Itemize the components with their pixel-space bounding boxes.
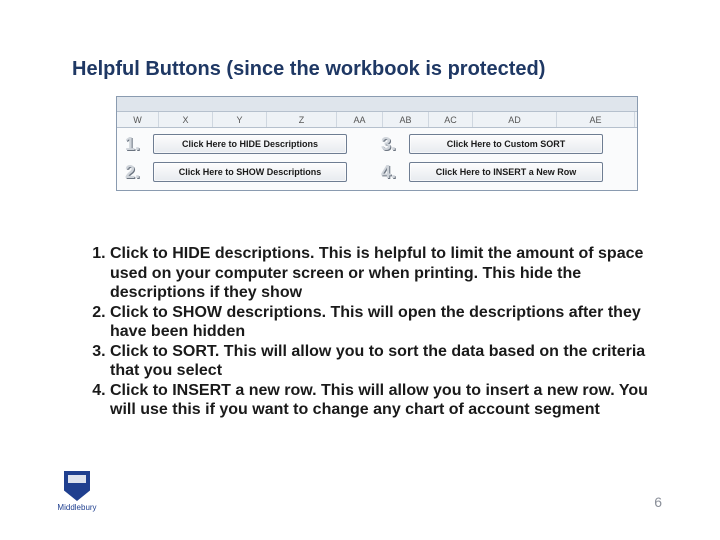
col-header: AC <box>429 112 473 127</box>
page-number: 6 <box>654 494 662 510</box>
col-header: W <box>117 112 159 127</box>
hide-descriptions-button[interactable]: Click Here to HIDE Descriptions <box>153 134 347 154</box>
excel-screenshot: W X Y Z AA AB AC AD AE 1. 2. 3. 4. Click… <box>116 96 638 191</box>
label-1: 1. <box>125 134 140 155</box>
instructions-list: Click to HIDE descriptions. This is help… <box>64 244 669 420</box>
instruction-1: Click to HIDE descriptions. This is help… <box>110 244 669 303</box>
col-header: X <box>159 112 213 127</box>
excel-ribbon-area <box>117 97 637 112</box>
custom-sort-button[interactable]: Click Here to Custom SORT <box>409 134 603 154</box>
instruction-2: Click to SHOW descriptions. This will op… <box>110 303 669 342</box>
col-header: AA <box>337 112 383 127</box>
col-header: Z <box>267 112 337 127</box>
logo-text: Middlebury <box>52 503 102 512</box>
column-headers: W X Y Z AA AB AC AD AE <box>117 112 637 128</box>
label-2: 2. <box>125 162 140 183</box>
insert-row-button[interactable]: Click Here to INSERT a New Row <box>409 162 603 182</box>
col-header: Y <box>213 112 267 127</box>
instruction-3: Click to SORT. This will allow you to so… <box>110 342 669 381</box>
col-header: AB <box>383 112 429 127</box>
page-title: Helpful Buttons (since the workbook is p… <box>72 58 545 81</box>
instruction-4: Click to INSERT a new row. This will all… <box>110 381 669 420</box>
label-3: 3. <box>381 134 396 155</box>
middlebury-logo: Middlebury <box>52 471 102 512</box>
show-descriptions-button[interactable]: Click Here to SHOW Descriptions <box>153 162 347 182</box>
col-header: AD <box>473 112 557 127</box>
col-header: AE <box>557 112 635 127</box>
shield-icon <box>64 471 90 501</box>
excel-grid: 1. 2. 3. 4. Click Here to HIDE Descripti… <box>117 128 637 190</box>
label-4: 4. <box>381 162 396 183</box>
